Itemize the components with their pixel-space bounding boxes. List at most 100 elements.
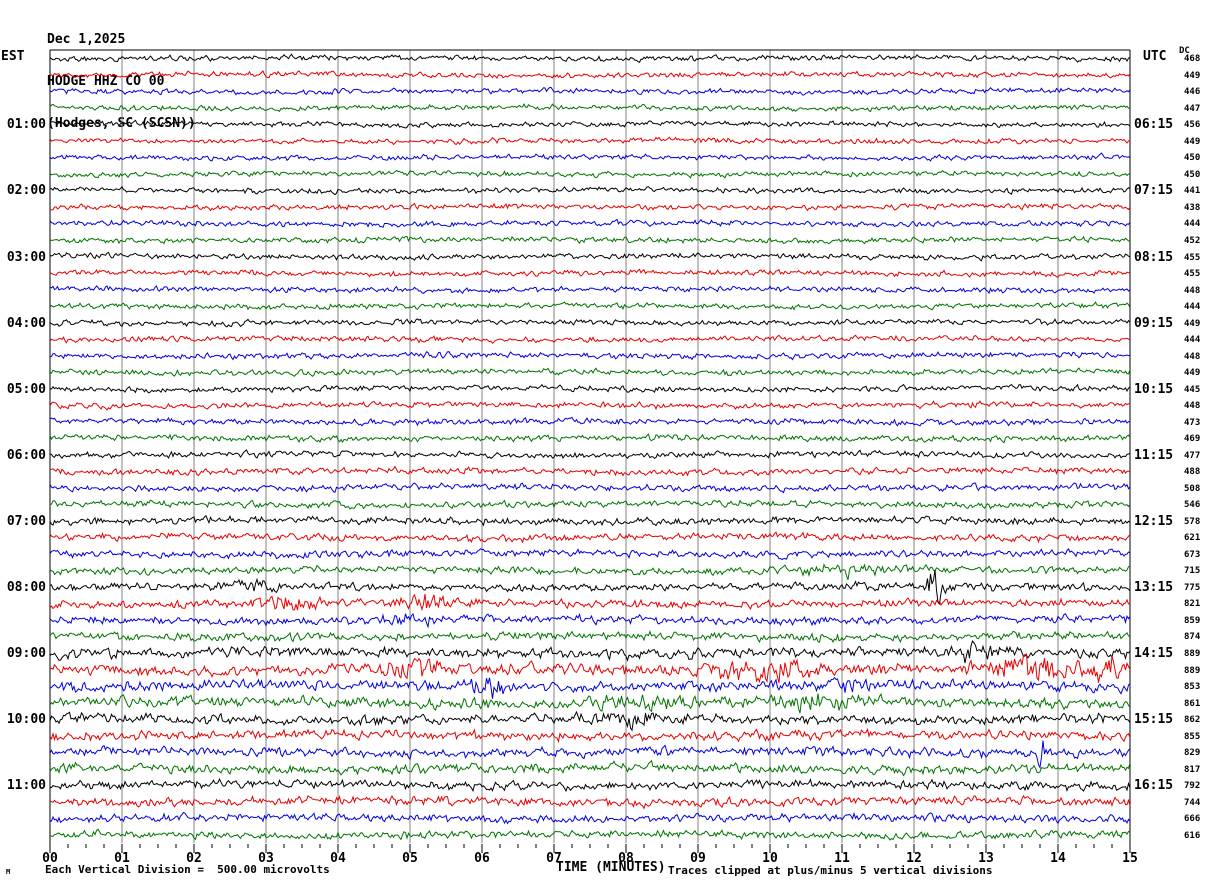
- trace-row: [49, 811, 1131, 825]
- utc-hour-label: 10:15: [1134, 381, 1174, 397]
- trace-row: [49, 828, 1131, 841]
- time-axis-label: TIME (MINUTES): [556, 860, 666, 875]
- trace-row: [49, 103, 1130, 113]
- seismogram-plot: [49, 49, 1131, 853]
- est-hour-label: 10:00: [6, 712, 46, 728]
- dc-value: 775: [1184, 582, 1201, 593]
- trace-row: [49, 285, 1131, 295]
- dc-value: 444: [1184, 335, 1201, 346]
- trace-row: [49, 268, 1130, 279]
- est-hour-label: 11:00: [6, 778, 46, 794]
- trace-row: [49, 351, 1131, 361]
- est-hour-label: 05:00: [6, 381, 46, 397]
- utc-hour-label: 13:15: [1134, 579, 1174, 595]
- trace-row: [49, 433, 1131, 444]
- est-hour-label: 02:00: [6, 183, 46, 199]
- trace-row: [49, 740, 1131, 770]
- trace-row: [49, 563, 1131, 580]
- dc-value: 666: [1184, 814, 1201, 825]
- dc-value: 859: [1184, 615, 1201, 626]
- trace-row: [49, 653, 1131, 684]
- trace-row: [49, 778, 1131, 793]
- utc-hour-label: 06:15: [1134, 117, 1174, 133]
- dc-value: 445: [1184, 384, 1201, 395]
- trace-row: [49, 794, 1131, 810]
- est-hour-label: 08:00: [6, 579, 46, 595]
- trace-row: [49, 759, 1131, 777]
- scale-note: Each Vertical Division = 500.00 microvol…: [45, 863, 330, 876]
- dc-value: 448: [1184, 351, 1201, 362]
- dc-value: 889: [1184, 665, 1201, 676]
- dc-value: 449: [1184, 70, 1201, 81]
- trace-row: [49, 499, 1131, 510]
- trace-row: [49, 301, 1131, 311]
- dc-value: 448: [1184, 285, 1201, 296]
- dc-value: 449: [1184, 136, 1201, 147]
- dc-value: 874: [1184, 632, 1201, 643]
- dc-value: 817: [1184, 764, 1201, 775]
- utc-hour-label: 07:15: [1134, 183, 1174, 199]
- trace-row: [49, 693, 1131, 714]
- trace-row: [49, 612, 1131, 629]
- dc-value: 444: [1184, 302, 1201, 313]
- trace-row: [49, 416, 1131, 427]
- dc-value: 438: [1184, 202, 1201, 213]
- trace-row: [49, 514, 1131, 527]
- trace-row: [49, 569, 1131, 605]
- est-hour-label: 01:00: [6, 117, 46, 133]
- utc-hour-label: 14:15: [1134, 646, 1174, 661]
- dc-value: 621: [1184, 533, 1201, 544]
- dc-value: 452: [1184, 235, 1201, 246]
- trace-row: [49, 710, 1131, 732]
- dc-value: 449: [1184, 368, 1201, 379]
- dc-value: 508: [1184, 483, 1201, 494]
- trace-row: [49, 218, 1131, 228]
- trace-row: [49, 53, 1131, 63]
- dc-value: 715: [1184, 566, 1201, 577]
- trace-row: [49, 202, 1131, 212]
- minute-axis-label: 05: [402, 851, 418, 866]
- dc-value: 862: [1184, 715, 1201, 726]
- utc-hour-label: 08:15: [1134, 249, 1174, 265]
- trace-row: [49, 548, 1131, 561]
- dc-value: 792: [1184, 781, 1201, 792]
- trace-row: [49, 185, 1131, 196]
- dc-value: 473: [1184, 417, 1201, 428]
- dc-value: 448: [1184, 401, 1201, 412]
- trace-row: [49, 235, 1131, 245]
- dc-value: 855: [1184, 731, 1201, 742]
- dc-value: 455: [1184, 269, 1201, 280]
- dc-value: 447: [1184, 103, 1201, 114]
- dc-value: 468: [1184, 54, 1201, 65]
- trace-row: [49, 334, 1131, 344]
- dc-value: 861: [1184, 698, 1201, 709]
- dc-value: 578: [1184, 516, 1201, 527]
- minute-axis-label: 15: [1122, 851, 1138, 866]
- minute-axis-label: 14: [1050, 851, 1066, 866]
- dc-value: 488: [1184, 467, 1201, 478]
- trace-row: [49, 400, 1131, 411]
- dc-value: 455: [1184, 252, 1201, 263]
- trace-row: [49, 630, 1131, 644]
- dc-value: 446: [1184, 87, 1201, 98]
- dc-value: 744: [1184, 797, 1201, 808]
- dc-value: 829: [1184, 748, 1201, 759]
- dc-value: 821: [1184, 599, 1201, 610]
- utc-hour-label: 15:15: [1134, 712, 1174, 728]
- minute-axis-label: 06: [474, 851, 490, 866]
- est-hour-label: 06:00: [6, 447, 46, 463]
- dc-value: 469: [1184, 434, 1201, 445]
- trace-row: [49, 383, 1131, 394]
- utc-hour-label: 16:15: [1134, 778, 1174, 794]
- trace-row: [49, 676, 1131, 699]
- trace-row: [49, 136, 1131, 146]
- utc-hour-label: 12:15: [1134, 513, 1174, 529]
- webicorder-screen: Dec 1,2025 HODGE HHZ CO 00 (Hodges, SC (…: [0, 0, 1210, 886]
- trace-row: [49, 593, 1131, 612]
- dc-value: 673: [1184, 549, 1201, 560]
- dc-value: 450: [1184, 153, 1201, 164]
- trace-row: [49, 482, 1131, 494]
- trace-row: [49, 169, 1131, 179]
- est-hour-label: 09:00: [6, 646, 46, 661]
- trace-row: [49, 639, 1131, 664]
